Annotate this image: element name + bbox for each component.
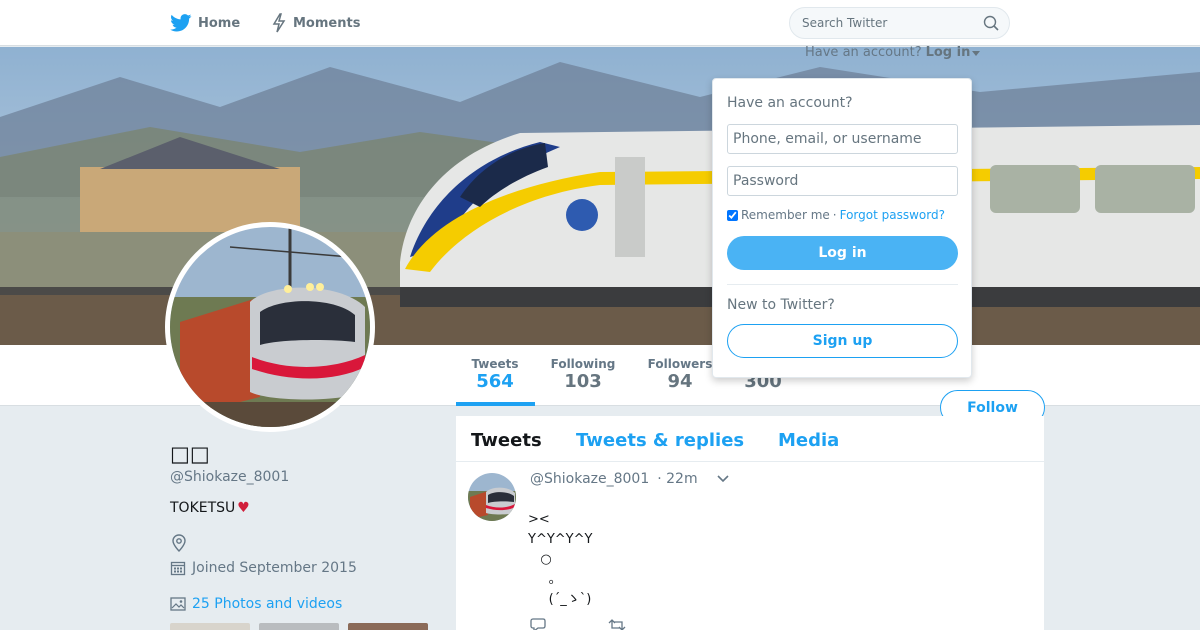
top-navigation-bar: Home Moments [0, 0, 1200, 46]
search-box [789, 7, 1010, 39]
calendar-icon [170, 561, 186, 576]
heart-emoji: ♥ [237, 500, 250, 516]
password-field[interactable] [727, 166, 958, 196]
media-thumbnail[interactable] [348, 623, 428, 630]
login-dropdown: Have an account? Remember me · Forgot pa… [712, 78, 972, 378]
remember-me-label[interactable]: Remember me [741, 208, 830, 222]
stat-tweets-value: 564 [476, 371, 514, 392]
remember-row: Remember me · Forgot password? [727, 208, 945, 222]
photos-and-videos-label: 25 Photos and videos [192, 596, 343, 612]
joined-date: Joined September 2015 [170, 560, 357, 576]
image-icon [170, 597, 186, 611]
tweet-header: @Shiokaze_8001 · 22m [530, 471, 730, 487]
tweet-timestamp[interactable]: · 22m [657, 471, 697, 487]
profile-bio: TOKETSU ♥ [170, 500, 250, 516]
caret-down-icon [972, 51, 981, 56]
lightning-icon [272, 13, 286, 33]
tweet-avatar[interactable] [468, 473, 516, 521]
nav-moments[interactable]: Moments [271, 0, 360, 46]
stat-following[interactable]: Following 103 [550, 357, 616, 393]
twitter-bird-icon [170, 14, 192, 32]
timeline: Tweets Tweets & replies Media @Shiokaze_… [456, 416, 1044, 630]
tab-media[interactable]: Media [778, 430, 839, 451]
have-account-text: Have an account? [805, 45, 922, 60]
login-button[interactable]: Log in [727, 236, 958, 270]
remember-me-checkbox[interactable] [727, 209, 738, 221]
stat-following-value: 103 [564, 371, 602, 392]
location-icon [172, 534, 186, 552]
stat-following-label: Following [550, 357, 616, 371]
tweet-text: >< Y^Y^Y^Y ○ 。 (´_ゝ`) [528, 512, 593, 607]
profile-bio-text: TOKETSU [170, 500, 236, 516]
tweet-avatar-image [468, 473, 516, 521]
nav-moments-label: Moments [293, 15, 361, 31]
profile-name: □□ [170, 442, 210, 466]
stat-tweets[interactable]: Tweets 564 [470, 357, 520, 393]
avatar-train-image [170, 227, 370, 427]
chevron-down-icon[interactable] [716, 474, 730, 484]
nav-home[interactable]: Home [170, 0, 240, 46]
login-menu-toggle[interactable]: Log in [926, 45, 981, 60]
username-field[interactable] [727, 124, 958, 154]
nav-home-label: Home [198, 15, 241, 31]
stat-followers-value: 94 [667, 371, 693, 392]
profile-avatar[interactable] [165, 222, 375, 432]
forgot-password-link[interactable]: Forgot password? [840, 208, 945, 222]
stat-followers-label: Followers [647, 357, 713, 371]
profile-handle[interactable]: @Shiokaze_8001 [170, 469, 289, 485]
dropdown-title: Have an account? [727, 95, 853, 111]
joined-date-text: Joined September 2015 [192, 560, 357, 576]
tweet-actions [530, 618, 730, 630]
retweet-icon[interactable] [608, 618, 626, 630]
login-link-label: Log in [925, 45, 971, 60]
stat-followers[interactable]: Followers 94 [647, 357, 713, 393]
signup-button[interactable]: Sign up [727, 324, 958, 358]
new-to-twitter-text: New to Twitter? [727, 297, 835, 313]
media-thumbnail[interactable] [259, 623, 339, 630]
active-stat-underline [456, 402, 535, 406]
stat-tweets-label: Tweets [471, 357, 519, 371]
search-input[interactable] [802, 8, 977, 38]
tab-tweets-and-replies[interactable]: Tweets & replies [576, 430, 744, 451]
photos-and-videos-link[interactable]: 25 Photos and videos [170, 596, 342, 612]
tweet-author-handle[interactable]: @Shiokaze_8001 [530, 471, 649, 487]
have-account-prompt: Have an account? Log in [805, 45, 981, 60]
search-icon[interactable] [983, 15, 999, 31]
divider [727, 284, 958, 285]
separator-dot: · [832, 208, 837, 222]
media-thumbnail[interactable] [170, 623, 250, 630]
tab-tweets[interactable]: Tweets [471, 430, 542, 451]
timeline-tabs: Tweets Tweets & replies Media [456, 416, 1044, 462]
reply-icon[interactable] [530, 618, 546, 630]
